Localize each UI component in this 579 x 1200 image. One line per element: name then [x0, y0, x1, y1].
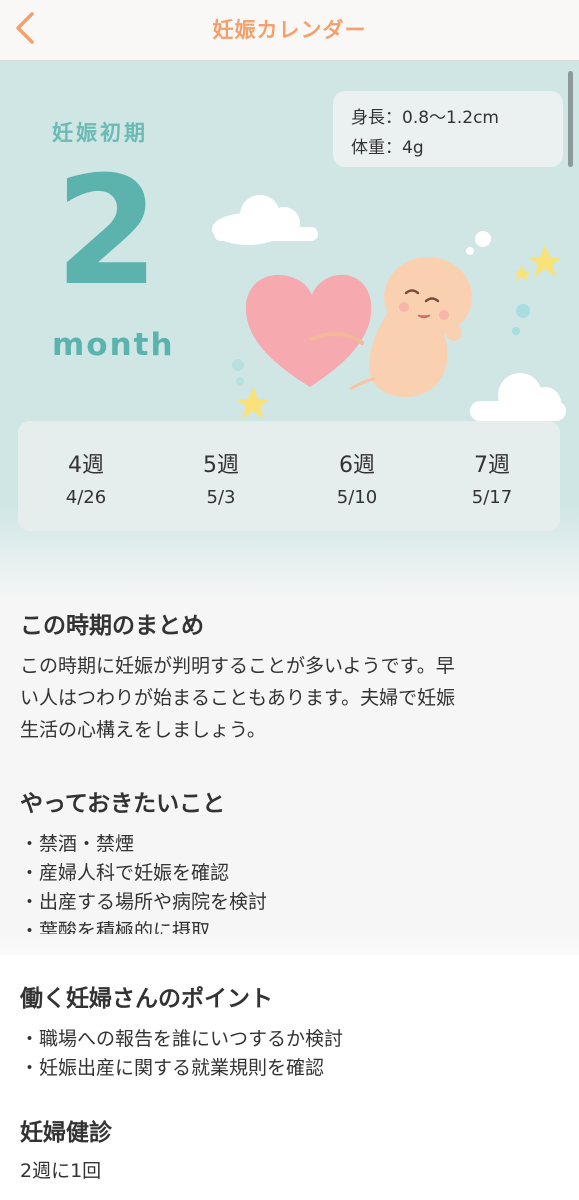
bubble-icon: [232, 359, 244, 371]
bubble-icon: [236, 377, 244, 385]
cloud-icon: [212, 195, 318, 245]
week-date: 5/10: [336, 487, 378, 508]
list-item: ・禁酒・禁煙: [20, 833, 135, 855]
list-item: ・出産する場所や病院を検討: [20, 891, 268, 913]
summary-line: い人はつわりが始まることもあります。夫婦で妊娠: [20, 687, 456, 709]
week-date: 4/26: [65, 487, 107, 508]
todo-list: ・禁酒・禁煙 ・産婦人科で妊娠を確認 ・出産する場所や病院を検討 ・葉酸を積極的…: [20, 830, 560, 946]
bubble-icon: [512, 327, 520, 335]
bubble-icon: [516, 304, 530, 318]
page-title: 妊娠カレンダー: [212, 18, 367, 42]
summary-line: この時期に妊娠が判明することが多いようです。早: [20, 655, 455, 677]
list-item: ・妊娠出産に関する就業規則を確認: [20, 1057, 325, 1079]
week-item-7[interactable]: 7週 5/17: [442, 447, 542, 508]
bubble-icon: [475, 231, 491, 247]
bubble-icon: [466, 247, 474, 255]
star-icon: [513, 265, 531, 281]
checkup-frequency: 2週に1回: [20, 1160, 102, 1182]
week-item-6[interactable]: 6週 5/10: [307, 447, 407, 508]
month-hero: 妊娠初期 2 month 身長：0.8〜1.2cm 体重：4g 4週 4/26 …: [0, 61, 579, 601]
work-points-list: ・職場への報告を誰にいつするか検討 ・妊娠出産に関する就業規則を確認: [20, 1025, 560, 1083]
week-item-4[interactable]: 4週 4/26: [36, 447, 136, 508]
month-unit-label: month: [52, 327, 175, 363]
navigation-bar: 妊娠カレンダー: [0, 0, 579, 61]
week-item-5[interactable]: 5週 5/3: [171, 447, 271, 508]
pregnancy-stage-label: 妊娠初期: [52, 121, 148, 145]
star-icon: [236, 387, 270, 419]
week-selector: 4週 4/26 5週 5/3 6週 5/10 7週 5/17: [18, 421, 560, 531]
star-icon: [528, 245, 562, 277]
summary-line: 生活の心構えをしましょう。: [20, 719, 266, 741]
list-item: ・職場への報告を誰にいつするか検討: [20, 1028, 344, 1050]
month-number: 2: [54, 145, 160, 319]
work-section-panel: 働く妊婦さんのポイント ・職場への報告を誰にいつするか検討 ・妊娠出産に関する就…: [0, 955, 579, 1200]
week-label: 6週: [339, 453, 375, 478]
week-date: 5/17: [471, 487, 513, 508]
section-title: 働く妊婦さんのポイント: [20, 986, 273, 1012]
section-title: 妊婦健診: [20, 1120, 112, 1146]
baby-illustration: [212, 195, 566, 421]
list-item: ・産婦人科で妊娠を確認: [20, 862, 230, 884]
week-label: 4週: [68, 453, 104, 478]
heart-icon: [245, 274, 372, 387]
section-title: やっておきたいこと: [20, 791, 226, 817]
week-label: 5週: [203, 453, 239, 478]
section-title: この時期のまとめ: [20, 613, 204, 639]
cloud-icon: [470, 373, 566, 421]
week-date: 5/3: [206, 487, 236, 508]
week-label: 7週: [474, 453, 510, 478]
period-summary-section: この時期のまとめ この時期に妊娠が判明することが多いようです。早 い人はつわりが…: [20, 606, 560, 946]
